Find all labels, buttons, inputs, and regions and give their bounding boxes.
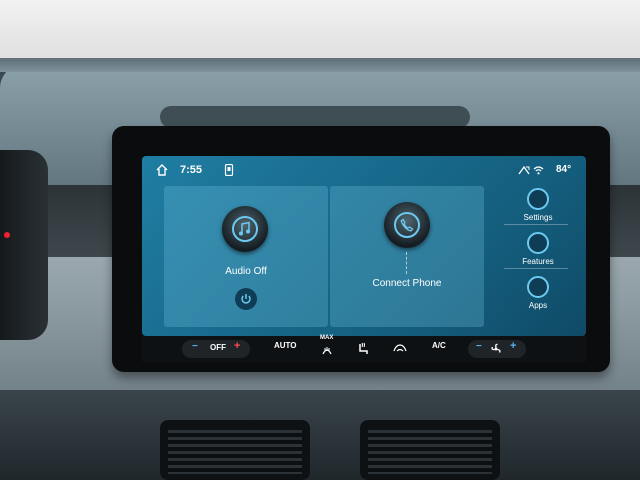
wifi-icon bbox=[533, 166, 544, 175]
warning-light bbox=[4, 232, 10, 238]
instrument-cluster bbox=[0, 150, 48, 340]
auto-button[interactable]: AUTO bbox=[274, 341, 297, 350]
max-defrost-button[interactable] bbox=[321, 344, 333, 356]
phone-knob[interactable] bbox=[384, 202, 430, 248]
settings-icon bbox=[527, 188, 549, 210]
music-note-icon bbox=[239, 221, 250, 236]
connection-line bbox=[406, 252, 408, 274]
power-icon bbox=[241, 294, 251, 304]
fan-increase-button[interactable]: + bbox=[234, 340, 240, 352]
infotainment-screen: 7:55 84° Audio Off Connect Phone Setting… bbox=[142, 156, 586, 336]
audio-power-button[interactable] bbox=[235, 288, 257, 310]
connect-phone-label: Connect Phone bbox=[372, 278, 442, 289]
air-vent-right bbox=[360, 420, 500, 480]
audio-label: Audio Off bbox=[225, 266, 267, 277]
settings-button[interactable]: Settings bbox=[502, 188, 574, 222]
apps-label: Apps bbox=[528, 301, 548, 310]
clock: 7:55 bbox=[180, 164, 203, 176]
apps-icon bbox=[527, 276, 549, 298]
defrost-vent bbox=[160, 106, 470, 128]
phone-icon[interactable] bbox=[224, 164, 234, 176]
car-icon bbox=[527, 232, 549, 254]
windshield-edge bbox=[0, 58, 640, 72]
apps-button[interactable]: Apps bbox=[502, 276, 574, 310]
ac-button[interactable]: A/C bbox=[432, 341, 446, 350]
fan-icon bbox=[491, 343, 501, 353]
menu-divider bbox=[504, 268, 568, 269]
menu-divider bbox=[504, 224, 568, 225]
signal-icon bbox=[518, 165, 530, 175]
recirculation-button[interactable] bbox=[392, 343, 408, 355]
status-bar: 7:55 84° bbox=[142, 156, 586, 184]
phone-handset-icon bbox=[400, 218, 414, 232]
temp-increase-button[interactable]: + bbox=[510, 340, 516, 352]
fan-decrease-button[interactable]: − bbox=[192, 341, 198, 352]
car-dashboard: 7:55 84° Audio Off Connect Phone Setting… bbox=[0, 0, 640, 480]
fan-speed-label: OFF bbox=[210, 343, 226, 352]
home-icon[interactable] bbox=[156, 164, 168, 176]
heated-seat-button[interactable] bbox=[356, 342, 370, 356]
phone-card[interactable]: Connect Phone bbox=[330, 186, 484, 327]
outside-temperature: 84° bbox=[556, 164, 572, 175]
dashboard-lower bbox=[0, 390, 640, 480]
features-button[interactable]: Features bbox=[502, 232, 574, 266]
audio-card[interactable]: Audio Off bbox=[164, 186, 328, 327]
features-label: Features bbox=[522, 257, 554, 266]
audio-knob[interactable] bbox=[222, 206, 268, 252]
settings-label: Settings bbox=[523, 213, 553, 222]
max-label: MAX bbox=[320, 335, 334, 341]
temp-decrease-button[interactable]: − bbox=[476, 341, 482, 352]
air-vent-left bbox=[160, 420, 310, 480]
climate-bar: − OFF + AUTO MAX A/C − + bbox=[142, 335, 586, 362]
